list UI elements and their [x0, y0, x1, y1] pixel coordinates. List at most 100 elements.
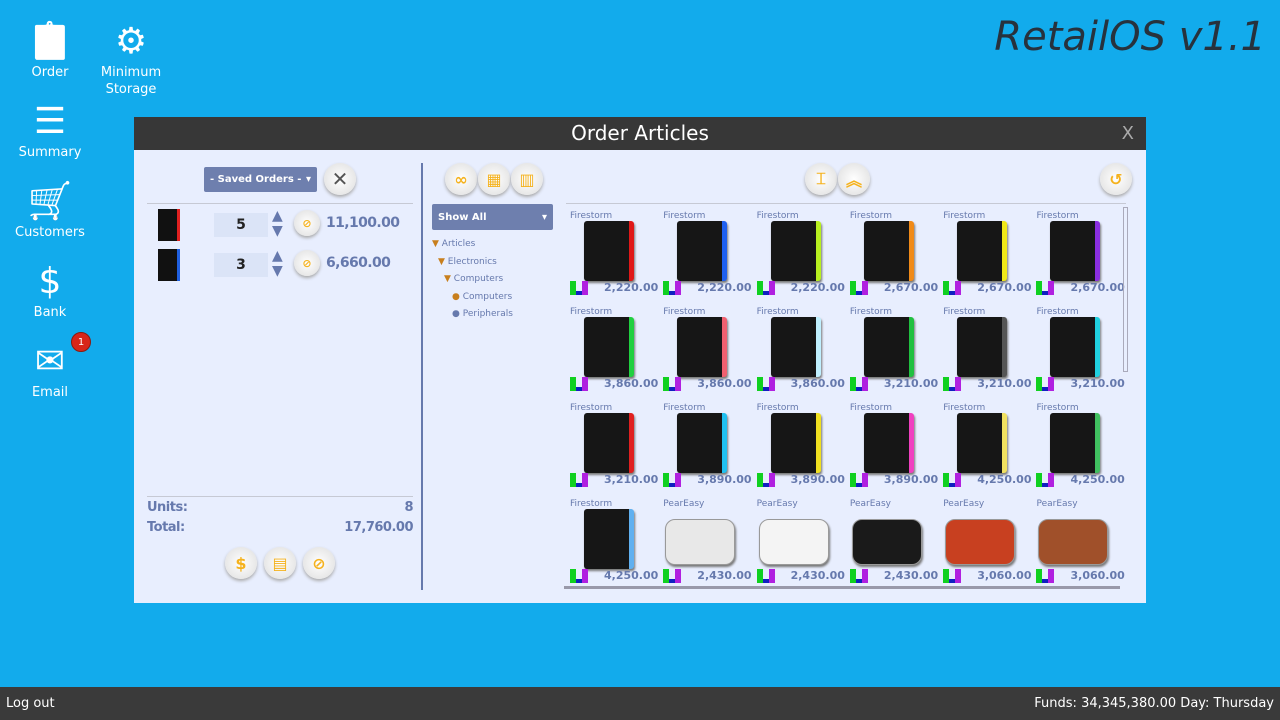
product-card[interactable]: Firestorm 3,210.00	[939, 305, 1032, 401]
product-card[interactable]: Firestorm 3,210.00	[1032, 305, 1125, 401]
product-stats-bars	[570, 377, 590, 391]
list-view-button[interactable]: ▦	[478, 163, 510, 195]
sort-icon: ⌶	[816, 169, 826, 188]
product-image	[863, 413, 914, 473]
product-card[interactable]: PearEasy 2,430.00	[753, 497, 846, 593]
product-card[interactable]: Firestorm 3,210.00	[846, 305, 939, 401]
desktop-icon-label: Email	[31, 385, 69, 400]
product-card[interactable]: Firestorm 2,670.00	[846, 209, 939, 305]
product-card[interactable]: Firestorm 2,220.00	[659, 209, 752, 305]
vertical-scrollbar[interactable]	[1123, 207, 1128, 372]
product-card[interactable]: Firestorm 2,220.00	[753, 209, 846, 305]
product-card[interactable]: Firestorm 3,890.00	[753, 401, 846, 497]
stat-bar	[861, 473, 868, 487]
remove-line-button[interactable]: ⊘	[294, 250, 320, 276]
infinite-button[interactable]: ∞	[445, 163, 477, 195]
product-card[interactable]: Firestorm 3,860.00	[753, 305, 846, 401]
product-price: 3,060.00	[1070, 569, 1125, 582]
product-stats-bars	[570, 473, 590, 487]
product-price: 2,430.00	[883, 569, 939, 582]
line-amount: 11,100.00	[326, 215, 400, 231]
product-card[interactable]: Firestorm 2,220.00	[566, 209, 659, 305]
stat-bar	[675, 281, 682, 295]
product-brand: Firestorm	[943, 307, 986, 317]
units-row: Units: 8	[147, 500, 413, 515]
product-image	[1050, 221, 1101, 281]
desktop-icon-summary[interactable]: ☰ Summary	[5, 98, 95, 161]
product-stats-bars	[756, 473, 777, 487]
vertical-divider	[421, 163, 423, 590]
category-filter-dropdown[interactable]: Show All ▾	[432, 204, 553, 230]
product-price: 4,250.00	[977, 473, 1032, 486]
quantity-input[interactable]: 5	[214, 213, 268, 237]
tree-item-electronics[interactable]: ▼ Electronics	[432, 254, 513, 272]
product-image	[945, 519, 1016, 565]
product-price: 3,210.00	[604, 473, 659, 486]
quantity-stepper[interactable]: ▲ ▼	[272, 249, 283, 279]
scroll-top-button[interactable]: ︽	[838, 163, 870, 195]
product-card[interactable]: Firestorm 4,250.00	[939, 401, 1032, 497]
desktop-icon-bank[interactable]: $ Bank	[5, 258, 95, 321]
stat-bar	[1048, 569, 1055, 583]
stat-bar	[675, 377, 682, 391]
product-brand: Firestorm	[570, 307, 613, 317]
shelf-view-button[interactable]: ▥	[511, 163, 543, 195]
product-card[interactable]: Firestorm 3,860.00	[566, 305, 659, 401]
product-card[interactable]: PearEasy 2,430.00	[659, 497, 752, 593]
line-amount: 6,660.00	[326, 255, 391, 271]
product-brand: Firestorm	[943, 403, 986, 413]
save-order-button[interactable]: ▤	[264, 547, 296, 579]
triangle-down-icon: ▼	[444, 274, 451, 284]
cancel-order-button[interactable]: ⊘	[303, 547, 335, 579]
product-card[interactable]: Firestorm 4,250.00	[1032, 401, 1125, 497]
product-card[interactable]: Firestorm 4,250.00	[566, 497, 659, 593]
history-button[interactable]: ↺	[1100, 163, 1132, 195]
product-brand: PearEasy	[1036, 499, 1078, 509]
remove-line-button[interactable]: ⊘	[294, 210, 320, 236]
product-card[interactable]: Firestorm 3,890.00	[659, 401, 752, 497]
product-brand: Firestorm	[849, 211, 892, 221]
taskbar: Log out Funds: 34,345,380.00 Day: Thursda…	[0, 687, 1280, 720]
product-price: 2,220.00	[790, 281, 845, 294]
tree-item-articles[interactable]: ▼ Articles	[432, 236, 513, 254]
stat-bar	[675, 569, 682, 583]
filter-value: Show All	[438, 211, 487, 223]
logout-button[interactable]: Log out	[6, 696, 55, 711]
order-line: 5 ▲ ▼ ⊘ 11,100.00	[154, 207, 424, 243]
desktop-icon-email[interactable]: ✉ Email 1	[5, 332, 95, 401]
sort-button[interactable]: ⌶	[805, 163, 837, 195]
product-card[interactable]: Firestorm 2,670.00	[1032, 209, 1125, 305]
product-card[interactable]: PearEasy 3,060.00	[939, 497, 1032, 593]
product-brand: Firestorm	[849, 403, 892, 413]
tree-item-peripherals[interactable]: ● Peripherals	[432, 306, 513, 324]
product-stats-bars	[570, 281, 590, 295]
horizontal-scrollbar[interactable]	[564, 586, 1120, 589]
product-card[interactable]: PearEasy 3,060.00	[1032, 497, 1125, 593]
tree-item-computers-leaf[interactable]: ● Computers	[432, 289, 513, 307]
desktop-icon-order[interactable]: 📋 Order	[5, 18, 95, 81]
product-image	[665, 519, 736, 565]
stat-bar	[861, 377, 868, 391]
product-card[interactable]: Firestorm 3,210.00	[566, 401, 659, 497]
tree-item-computers[interactable]: ▼ Computers	[432, 271, 513, 289]
saved-orders-dropdown[interactable]: - Saved Orders - ▾	[204, 167, 317, 192]
product-card[interactable]: Firestorm 3,890.00	[846, 401, 939, 497]
product-card[interactable]: PearEasy 2,430.00	[846, 497, 939, 593]
stat-bar	[861, 281, 868, 295]
bullet-icon: ●	[452, 291, 460, 302]
product-card[interactable]: Firestorm 2,670.00	[939, 209, 1032, 305]
purchase-button[interactable]: $	[225, 547, 257, 579]
quantity-stepper[interactable]: ▲ ▼	[272, 209, 283, 239]
quantity-input[interactable]: 3	[214, 253, 268, 277]
cancel-icon: ⊘	[312, 553, 326, 573]
product-brand: PearEasy	[663, 499, 705, 509]
close-button[interactable]: X	[1122, 117, 1134, 150]
stat-bar	[768, 569, 775, 583]
clear-order-button[interactable]: ✕	[324, 163, 356, 195]
product-image	[863, 221, 914, 281]
product-card[interactable]: Firestorm 3,860.00	[659, 305, 752, 401]
product-stats-bars	[756, 377, 777, 391]
product-brand: Firestorm	[663, 403, 706, 413]
desktop-icon-customers[interactable]: 🛒 Customers	[5, 178, 95, 241]
desktop-icon-minimum[interactable]: ⚙ Minimum Storage	[86, 18, 176, 98]
